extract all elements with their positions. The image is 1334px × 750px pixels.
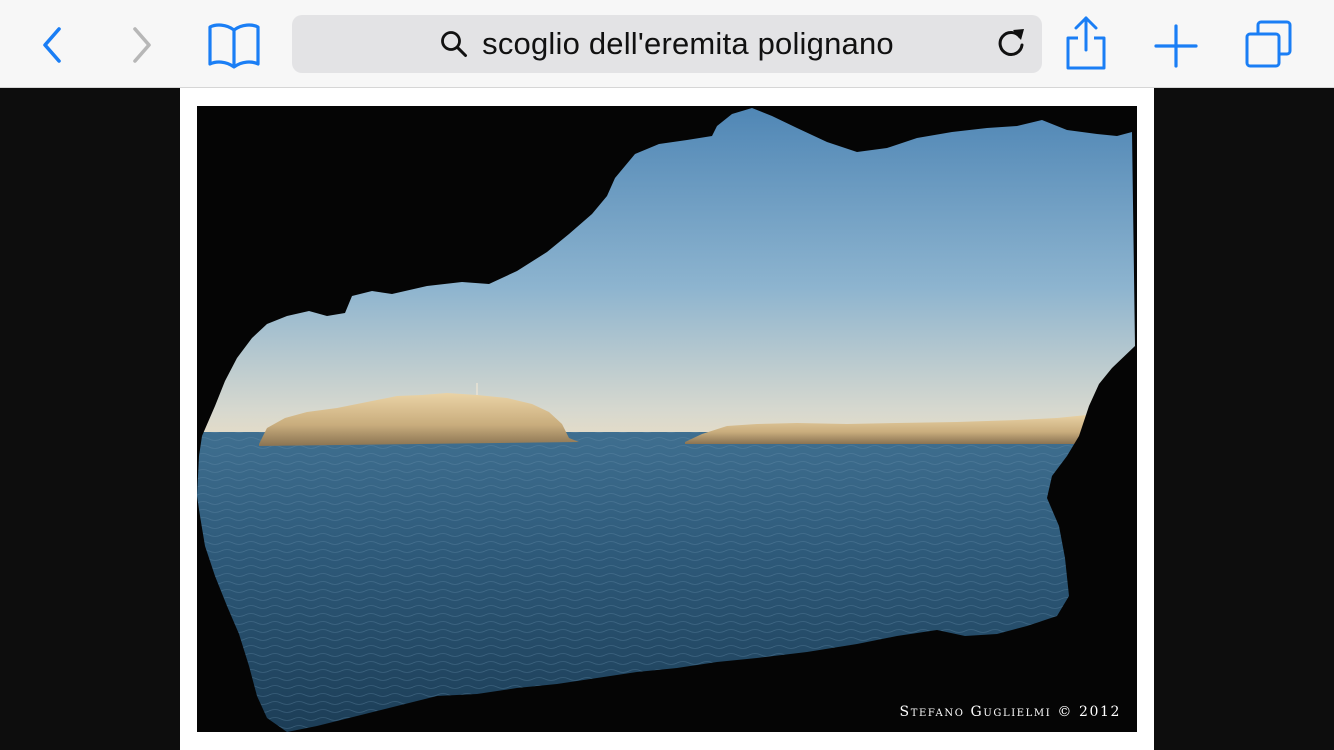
bookmarks-button[interactable] [200,18,268,72]
browser-toolbar: scoglio dell'eremita polignano [0,0,1334,88]
magnifier-icon [440,30,468,58]
forward-button[interactable] [118,22,166,68]
photo-watermark: Stefano Guglielmi © 2012 [899,704,1121,720]
share-icon [1064,14,1108,72]
share-button[interactable] [1058,12,1114,74]
open-book-icon [206,20,262,70]
plus-icon [1153,23,1199,69]
chevron-left-icon [37,25,67,65]
tabs-button[interactable] [1238,16,1300,74]
reload-icon [995,25,1027,64]
address-bar[interactable]: scoglio dell'eremita polignano [292,15,1042,73]
address-text: scoglio dell'eremita polignano [482,26,894,61]
new-tab-button[interactable] [1148,18,1204,74]
photo-frame: Stefano Guglielmi © 2012 [180,88,1154,750]
chevron-right-icon [127,25,157,65]
tabs-icon [1242,18,1296,72]
reload-button[interactable] [992,25,1030,63]
back-button[interactable] [28,22,76,68]
page-content: Stefano Guglielmi © 2012 [0,88,1334,750]
sea-cave-photo: Stefano Guglielmi © 2012 [197,106,1137,732]
